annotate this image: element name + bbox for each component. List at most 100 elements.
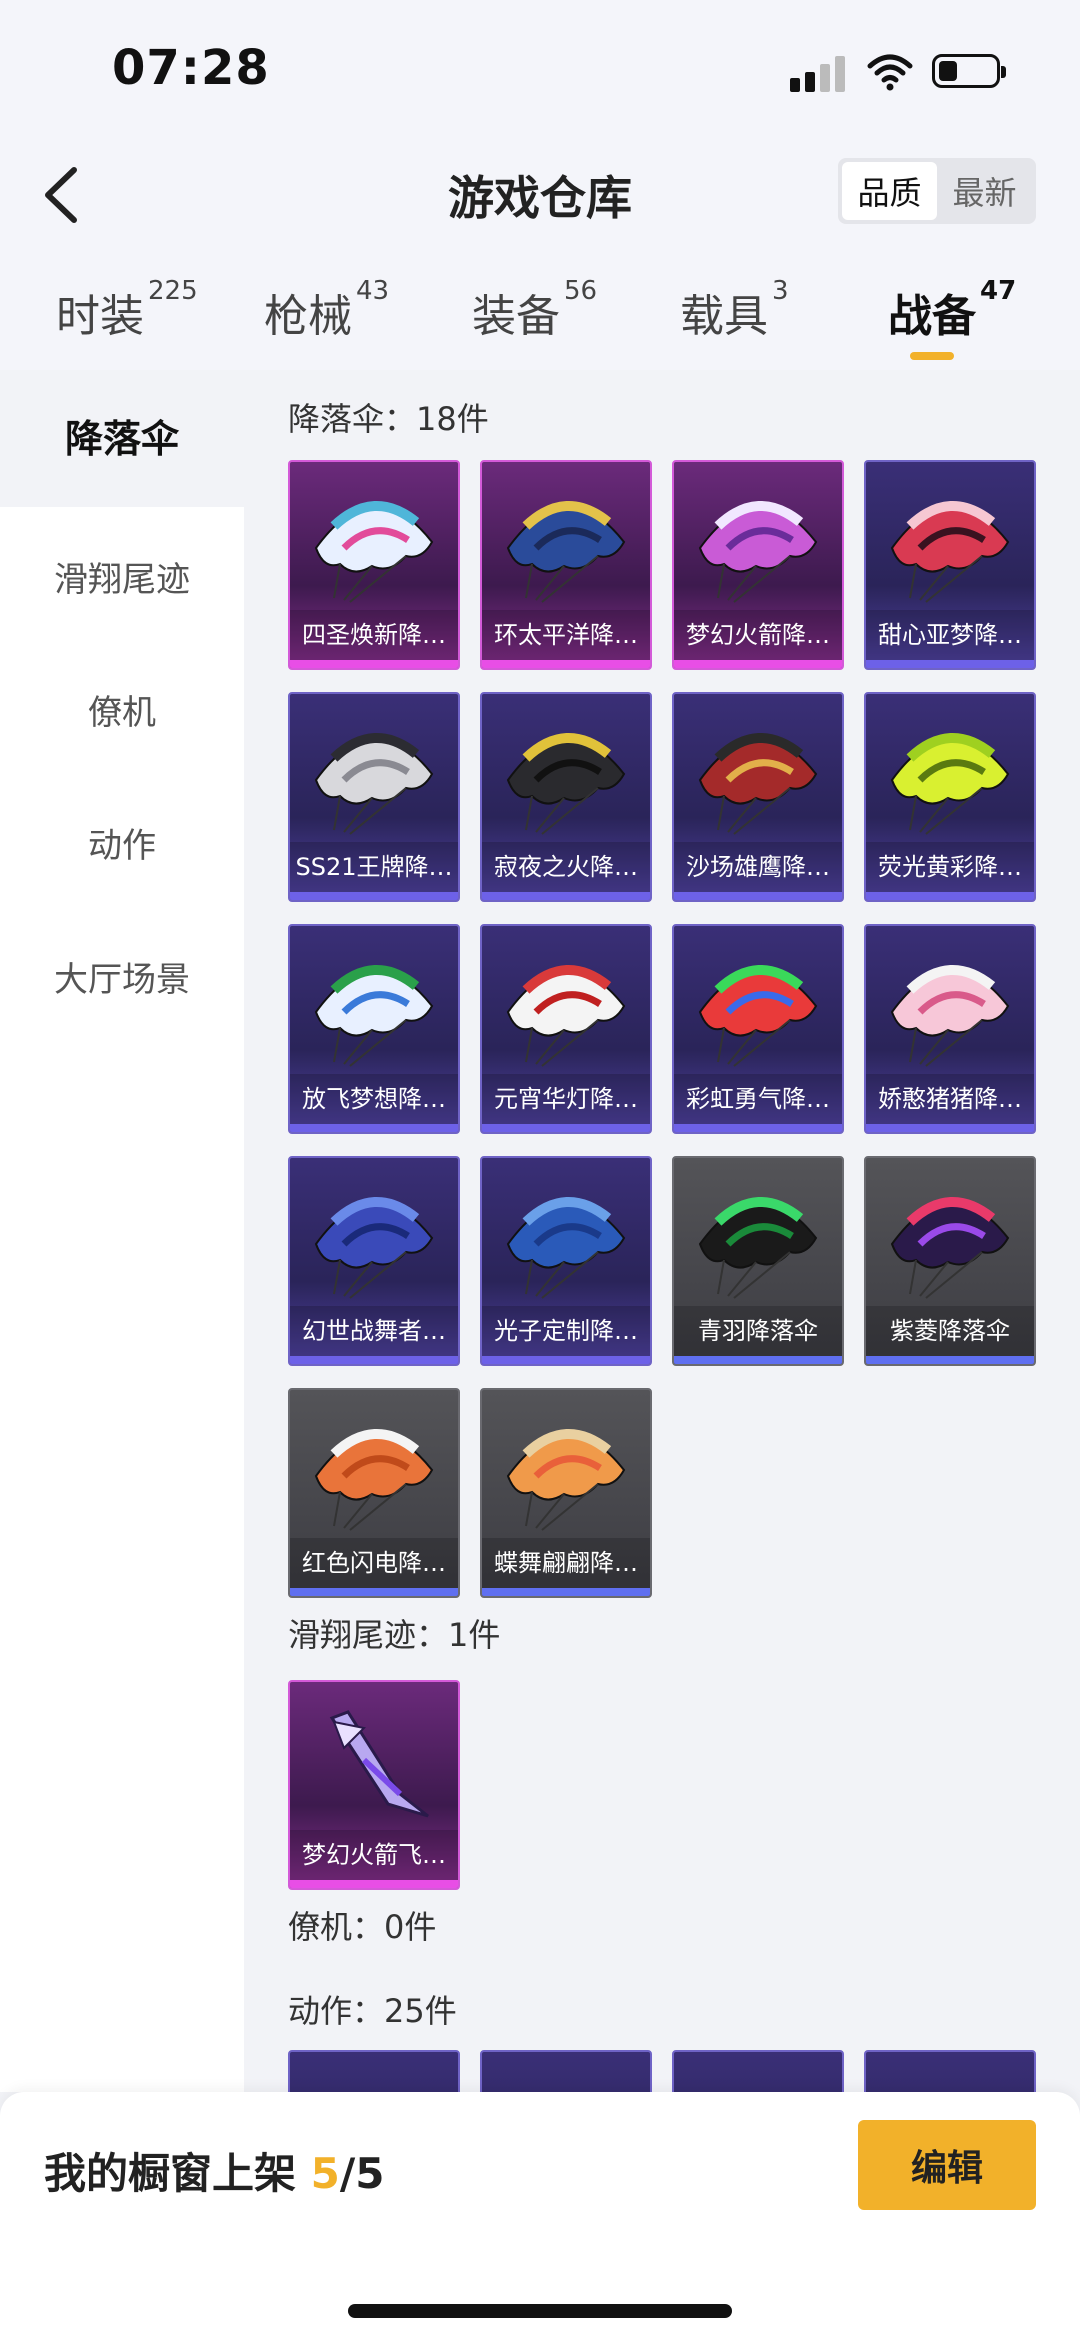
section-title-emote: 动作：25件 — [288, 1992, 457, 2030]
item-name: 四圣焕新降… — [290, 610, 458, 660]
parachute-card[interactable]: 环太平洋降… — [480, 460, 652, 670]
rarity-bar — [866, 892, 1034, 900]
sidebar: 降落伞 滑翔尾迹 僚机 动作 大厅场景 — [0, 372, 244, 2092]
edit-button[interactable]: 编辑 — [858, 2120, 1036, 2210]
parachute-card[interactable]: 元宵华灯降… — [480, 924, 652, 1134]
section-title-trail: 滑翔尾迹：1件 — [288, 1616, 501, 1654]
item-name: 荧光黄彩降… — [866, 842, 1034, 892]
parachute-card[interactable]: 沙场雄鹰降… — [672, 692, 844, 902]
parachute-card[interactable]: 寂夜之火降… — [480, 692, 652, 902]
tab-count: 47 — [980, 276, 1017, 307]
rarity-bar — [674, 1124, 842, 1132]
sort-toggle: 品质 最新 — [838, 158, 1036, 224]
tab-label: 战备 — [888, 291, 976, 342]
wifi-icon — [867, 54, 913, 91]
rarity-bar — [482, 1124, 650, 1132]
status-bar: 07:28 — [0, 0, 1080, 140]
parachute-card[interactable]: 紫菱降落伞 — [864, 1156, 1036, 1366]
section-title-wingman: 僚机：0件 — [288, 1908, 437, 1946]
sidebar-item-emote[interactable]: 动作 — [0, 818, 244, 867]
rarity-bar — [482, 892, 650, 900]
parachute-icon — [314, 1196, 434, 1299]
tab-label: 载具 — [680, 291, 768, 342]
rarity-bar — [482, 1356, 650, 1364]
parachute-card[interactable]: 蝶舞翩翩降… — [480, 1388, 652, 1598]
item-name: 紫菱降落伞 — [866, 1306, 1034, 1356]
parachute-card[interactable]: 荧光黄彩降… — [864, 692, 1036, 902]
parachute-card[interactable]: 青羽降落伞 — [672, 1156, 844, 1366]
showcase-status: 我的橱窗上架 5/5 — [44, 2140, 384, 2201]
parachute-icon — [506, 732, 626, 835]
sidebar-item-glide-trail[interactable]: 滑翔尾迹 — [0, 552, 244, 601]
tab-label: 枪械 — [264, 291, 352, 342]
rarity-bar — [866, 1124, 1034, 1132]
glide-trail-icon — [329, 1710, 429, 1818]
sort-quality-button[interactable]: 品质 — [842, 162, 937, 220]
parachute-card[interactable]: SS21王牌降… — [288, 692, 460, 902]
tab-battle-gear[interactable]: 战备 47 — [888, 276, 1016, 344]
tab-vehicles[interactable]: 载具 3 — [680, 276, 789, 344]
rarity-bar — [482, 1588, 650, 1596]
parachute-icon — [890, 964, 1010, 1067]
item-name: 彩虹勇气降… — [674, 1074, 842, 1124]
tab-equipment[interactable]: 装备 56 — [472, 276, 597, 344]
item-name: 幻世战舞者… — [290, 1306, 458, 1356]
rarity-bar — [866, 660, 1034, 668]
item-content: 降落伞：18件 四圣焕新降… 环太平洋降… 梦幻火箭降… 甜心亚梦降… SS21王牌降…… — [244, 372, 1080, 2260]
rarity-bar — [674, 892, 842, 900]
parachute-icon — [698, 1196, 818, 1299]
parachute-card[interactable]: 彩虹勇气降… — [672, 924, 844, 1134]
parachute-icon — [890, 1196, 1010, 1299]
parachute-icon — [314, 964, 434, 1067]
item-name: 放飞梦想降… — [290, 1074, 458, 1124]
item-name: 蝶舞翩翩降… — [482, 1538, 650, 1588]
item-name: 梦幻火箭飞… — [290, 1830, 458, 1880]
rarity-bar — [674, 660, 842, 668]
rarity-bar — [290, 1124, 458, 1132]
parachute-card[interactable]: 幻世战舞者… — [288, 1156, 460, 1366]
trail-card[interactable]: 梦幻火箭飞… — [288, 1680, 460, 1890]
tab-fashion[interactable]: 时装 225 — [56, 276, 198, 344]
parachute-card[interactable]: 梦幻火箭降… — [672, 460, 844, 670]
item-name: 元宵华灯降… — [482, 1074, 650, 1124]
battery-icon — [932, 54, 1006, 88]
sidebar-item-wingman[interactable]: 僚机 — [0, 685, 244, 734]
item-name: 环太平洋降… — [482, 610, 650, 660]
parachute-card[interactable]: 四圣焕新降… — [288, 460, 460, 670]
active-tab-indicator — [910, 352, 954, 360]
nav-bar: 游戏仓库 品质 最新 — [0, 140, 1080, 250]
item-name: 青羽降落伞 — [674, 1306, 842, 1356]
item-name: 光子定制降… — [482, 1306, 650, 1356]
home-indicator[interactable] — [348, 2304, 732, 2318]
bottom-bar: 我的橱窗上架 5/5 编辑 — [0, 2092, 1080, 2337]
rarity-bar — [290, 660, 458, 668]
sidebar-item-parachute[interactable]: 降落伞 — [0, 372, 244, 507]
parachute-icon — [698, 500, 818, 603]
tab-count: 56 — [564, 276, 598, 307]
parachute-card[interactable]: 红色闪电降… — [288, 1388, 460, 1598]
category-tabs: 时装 225 枪械 43 装备 56 载具 3 战备 47 — [0, 250, 1080, 370]
rarity-bar — [290, 892, 458, 900]
sort-latest-button[interactable]: 最新 — [937, 162, 1032, 220]
showcase-count: 5 — [310, 2149, 340, 2198]
parachute-card[interactable]: 光子定制降… — [480, 1156, 652, 1366]
status-time: 07:28 — [112, 40, 270, 96]
item-name: 寂夜之火降… — [482, 842, 650, 892]
rarity-bar — [290, 1588, 458, 1596]
parachute-icon — [314, 1428, 434, 1531]
parachute-icon — [890, 732, 1010, 835]
sidebar-item-lobby-scene[interactable]: 大厅场景 — [0, 952, 244, 1001]
parachute-card[interactable]: 娇憨猪猪降… — [864, 924, 1036, 1134]
tab-label: 时装 — [56, 291, 144, 342]
item-name: 娇憨猪猪降… — [866, 1074, 1034, 1124]
rarity-bar — [290, 1356, 458, 1364]
tab-count: 3 — [772, 276, 789, 307]
section-title-parachute: 降落伞：18件 — [288, 400, 489, 438]
parachute-card[interactable]: 甜心亚梦降… — [864, 460, 1036, 670]
rarity-bar — [674, 1356, 842, 1364]
tab-guns[interactable]: 枪械 43 — [264, 276, 389, 344]
parachute-card[interactable]: 放飞梦想降… — [288, 924, 460, 1134]
item-name: SS21王牌降… — [290, 842, 458, 892]
cellular-signal-icon — [790, 56, 846, 92]
rarity-bar — [290, 1880, 458, 1888]
